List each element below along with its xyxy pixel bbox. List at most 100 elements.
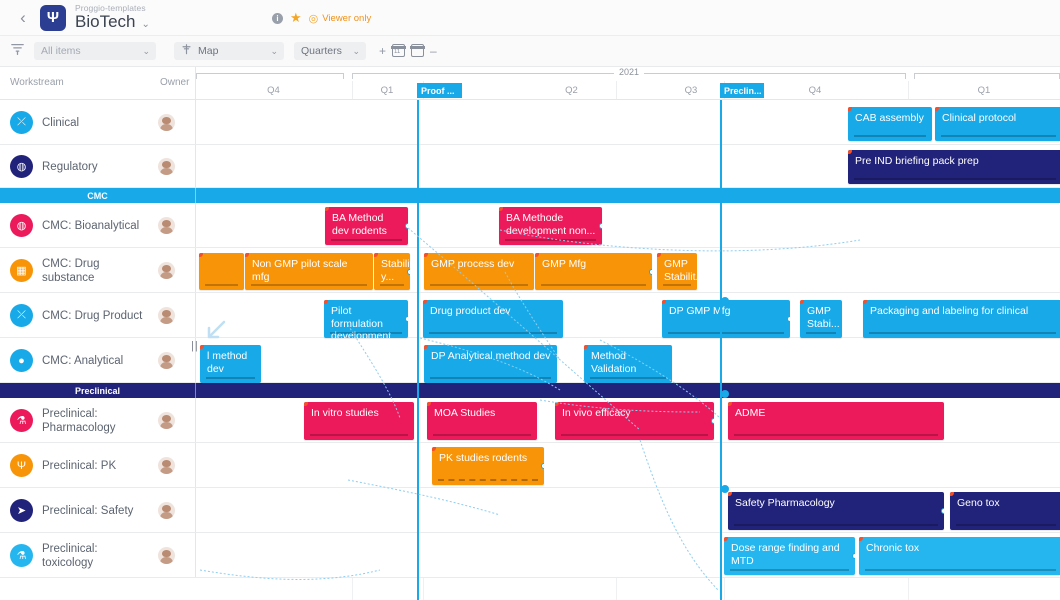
calendar-icon[interactable]: ▦: [10, 259, 33, 282]
chevron-down-icon: ⌄: [270, 45, 278, 56]
avatar[interactable]: [158, 547, 175, 564]
gantt-bar[interactable]: l method dev: [200, 345, 261, 383]
bar-resize-handle[interactable]: [541, 463, 544, 469]
bar-alert-dot-icon: [424, 345, 428, 349]
avatar[interactable]: [158, 307, 175, 324]
project-title-row[interactable]: BioTech ⌄: [75, 13, 150, 31]
star-icon[interactable]: ★: [290, 10, 302, 26]
gantt-bar[interactable]: DP GMP Mfg: [662, 300, 790, 338]
gantt-bar[interactable]: DP Analytical method dev: [424, 345, 557, 383]
shuffle-icon[interactable]: ⤫: [10, 111, 33, 134]
gantt-bar[interactable]: In vivo efficacy: [555, 402, 714, 440]
bar-resize-handle[interactable]: [405, 316, 408, 322]
bar-progress: [865, 568, 1056, 571]
workstream-label: Preclinical: Safety: [42, 504, 134, 517]
gantt-bar[interactable]: Chronic tox: [859, 537, 1060, 575]
bar-progress: [668, 331, 784, 334]
gantt-bar-label: ADME: [735, 407, 766, 419]
bar-resize-handle[interactable]: [405, 223, 408, 229]
avatar[interactable]: [158, 217, 175, 234]
gantt-bar-label: Packaging and labeling for clinical: [870, 305, 1029, 317]
globe-icon[interactable]: ◍: [10, 214, 33, 237]
bar-progress: [429, 331, 557, 334]
bar-alert-dot-icon: [324, 300, 328, 304]
bar-resize-handle[interactable]: [787, 316, 790, 322]
year-bracket-prev: [196, 73, 344, 79]
zoom-level-select[interactable]: Quarters ⌄: [294, 42, 366, 60]
gantt-bar[interactable]: GMP Stabi...: [800, 300, 842, 338]
zoom-in-button[interactable]: +: [379, 45, 386, 57]
gantt-bar[interactable]: ADME: [728, 402, 944, 440]
view-mode-select[interactable]: Map ⌄: [174, 42, 284, 60]
bar-resize-handle[interactable]: [649, 268, 652, 275]
gantt-bar[interactable]: Pre IND briefing pack prep: [848, 150, 1060, 184]
gantt-bar[interactable]: Packaging and labeling for clinical: [863, 300, 1060, 338]
gantt-bar[interactable]: Dose range finding and MTD: [724, 537, 855, 575]
zoom-out-button[interactable]: –: [430, 45, 437, 57]
avatar[interactable]: [158, 262, 175, 279]
gantt-bar[interactable]: [199, 253, 244, 290]
calendar-date-icon[interactable]: 11: [391, 43, 406, 59]
calendar-range-icon[interactable]: [410, 43, 425, 59]
bar-resize-handle[interactable]: [852, 553, 855, 559]
gantt-bar[interactable]: GMP Stabilit...: [657, 253, 697, 290]
gantt-bar[interactable]: Drug product dev: [423, 300, 563, 338]
milestone-chip[interactable]: Preclin...: [720, 83, 764, 98]
info-icon[interactable]: i: [272, 12, 283, 24]
bar-alert-dot-icon: [432, 447, 436, 451]
gantt-bar[interactable]: Stabilit y...: [374, 253, 410, 290]
avatar[interactable]: [158, 114, 175, 131]
gantt-bar[interactable]: GMP process dev: [424, 253, 534, 290]
avatar[interactable]: [158, 457, 175, 474]
dot-icon[interactable]: ●: [10, 349, 33, 372]
send-icon[interactable]: ➤: [10, 499, 33, 522]
gantt-bar[interactable]: In vitro studies: [304, 402, 414, 440]
bar-progress: [251, 283, 367, 286]
back-chevron-icon[interactable]: ‹: [8, 9, 38, 26]
globe-icon[interactable]: ◍: [10, 155, 33, 178]
bar-progress: [541, 283, 646, 286]
flask-icon[interactable]: ⚗: [10, 544, 33, 567]
bar-resize-handle[interactable]: [599, 223, 602, 229]
gantt-bar[interactable]: BA Methode development non...: [499, 207, 602, 245]
group-header-precl-group[interactable]: Preclinical: [0, 383, 1060, 398]
avatar[interactable]: [158, 352, 175, 369]
bar-resize-handle[interactable]: [407, 268, 410, 275]
workstream-label: Preclinical: PK: [42, 459, 117, 472]
toolbar: All items ⌄ Map ⌄ Quarters ⌄ + 11 –: [0, 36, 1060, 67]
gantt-bar[interactable]: Method Validation: [584, 345, 672, 383]
funnel-icon[interactable]: [0, 43, 34, 59]
gantt-bar-label: Geno tox: [957, 497, 1000, 509]
gantt-bar[interactable]: MOA Studies: [427, 402, 537, 440]
gantt-body[interactable]: ⤫ Clinical ◍ Regulatory CMC ◍ CMC: Bioanalytic…: [0, 100, 1060, 600]
avatar[interactable]: [158, 502, 175, 519]
bar-alert-dot-icon: [427, 402, 431, 406]
gantt-bar[interactable]: Clinical protocol: [935, 107, 1060, 141]
gantt-bar[interactable]: PK studies rodents: [432, 447, 544, 485]
group-header-cmc-group[interactable]: CMC: [0, 188, 1060, 203]
gantt-bar[interactable]: Non GMP pilot scale mfg: [245, 253, 373, 290]
timeline-header[interactable]: 2021 Q4 Q1 Q2 Q3 Q4 Q1 Proof ... Preclin...: [196, 67, 1060, 100]
workstream-label: Regulatory: [42, 160, 98, 173]
milestone-chip[interactable]: Proof ...: [417, 83, 462, 98]
gantt-bar[interactable]: Pilot formulation development: [324, 300, 408, 338]
gantt-bar[interactable]: CAB assembly: [848, 107, 932, 141]
bar-resize-handle[interactable]: [711, 418, 714, 424]
gantt-bar[interactable]: GMP Mfg: [535, 253, 652, 290]
flask-icon[interactable]: ⚗: [10, 409, 33, 432]
branch-icon[interactable]: Ψ: [10, 454, 33, 477]
bar-alert-dot-icon: [848, 107, 852, 111]
pause-handle-icon[interactable]: ||: [191, 340, 199, 352]
shuffle-icon[interactable]: ⤫: [10, 304, 33, 327]
bar-progress: [941, 134, 1056, 137]
gantt-bar[interactable]: Safety Pharmacology: [728, 492, 944, 530]
chevron-down-icon[interactable]: ⌄: [141, 20, 149, 31]
bar-alert-dot-icon: [950, 492, 954, 496]
gantt-bar[interactable]: Geno tox: [950, 492, 1060, 530]
avatar[interactable]: [158, 158, 175, 175]
avatar[interactable]: [158, 412, 175, 429]
bar-progress: [433, 433, 531, 436]
bar-resize-handle[interactable]: [941, 508, 944, 514]
gantt-bar[interactable]: BA Method dev rodents: [325, 207, 408, 245]
items-filter-select[interactable]: All items ⌄: [34, 42, 156, 60]
